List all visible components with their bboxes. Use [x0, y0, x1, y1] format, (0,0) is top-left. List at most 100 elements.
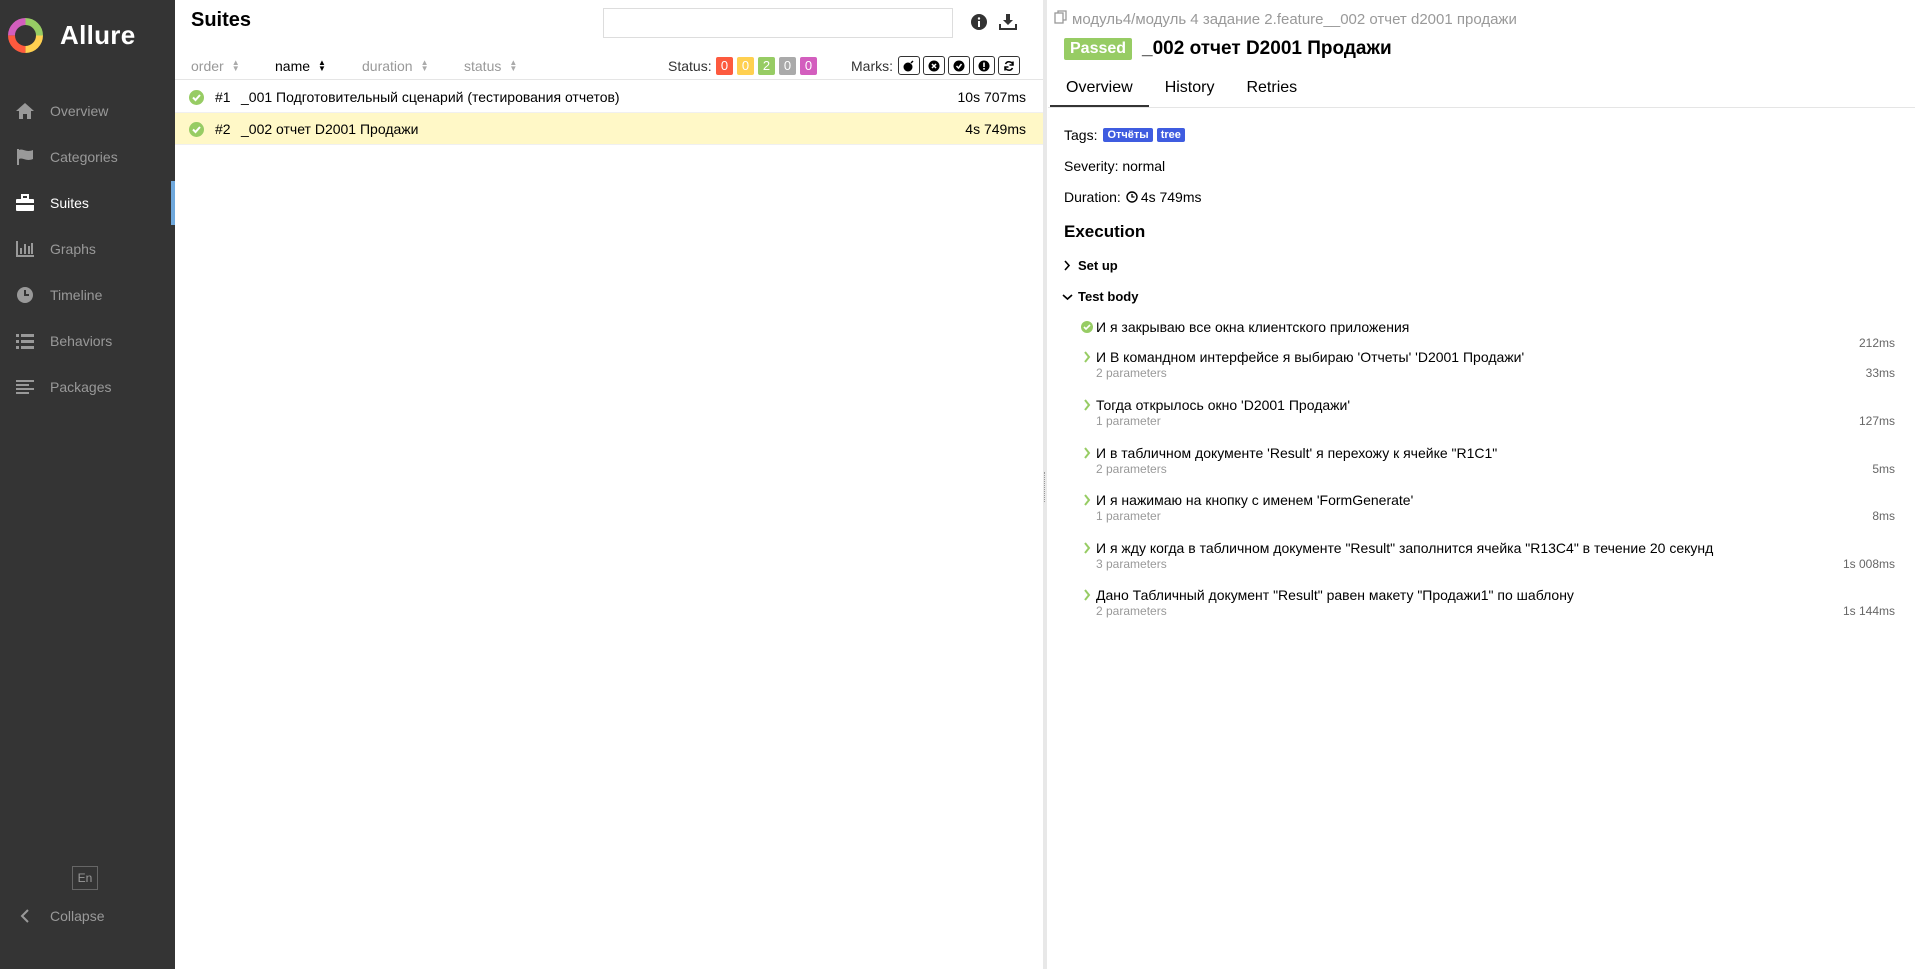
page-title: Suites: [191, 9, 252, 31]
sort-order[interactable]: order ▲ ▼: [191, 58, 240, 74]
new-broken-mark-toggle[interactable]: [973, 56, 995, 75]
column-status-label: status: [464, 57, 502, 74]
step-item[interactable]: И я закрываю все окна клиентского прилож…: [1080, 319, 1910, 350]
tags-row: Tags: Отчёты tree: [1064, 127, 1185, 143]
flaky-mark-toggle[interactable]: [898, 56, 920, 75]
breadcrumb: модуль4/модуль 4 задание 2.feature__002 …: [1054, 10, 1517, 28]
new-passed-mark-toggle[interactable]: [948, 56, 970, 75]
sidebar-item-categories[interactable]: Categories: [0, 134, 175, 180]
sidebar-item-behaviors[interactable]: Behaviors: [0, 318, 175, 364]
tab-retries[interactable]: Retries: [1230, 74, 1313, 108]
app-logo[interactable]: Allure: [7, 17, 135, 54]
sort-arrows-icon: ▲ ▼: [509, 57, 518, 73]
step-duration: 8ms: [1872, 509, 1895, 523]
step-item[interactable]: И я жду когда в табличном документе "Res…: [1080, 540, 1910, 571]
test-detail-pane: модуль4/модуль 4 задание 2.feature__002 …: [1048, 0, 1915, 969]
test-body-section[interactable]: Test body: [1060, 289, 1138, 304]
status-failed-toggle[interactable]: 0: [716, 56, 733, 75]
sidebar-item-label: Graphs: [50, 241, 96, 257]
step-item[interactable]: Тогда открылось окно 'D2001 Продажи' 1 p…: [1080, 397, 1910, 428]
info-icon[interactable]: [971, 14, 987, 35]
status-passed-toggle[interactable]: 2: [758, 56, 775, 75]
status-broken-toggle[interactable]: 0: [737, 56, 754, 75]
refresh-icon: [1004, 60, 1014, 71]
chevron-left-icon: [14, 909, 36, 923]
step-params: 3 parameters: [1096, 557, 1167, 571]
sidebar-nav: Overview Categories Suites Graphs Timeli…: [0, 88, 175, 410]
step-params: 1 parameter: [1096, 509, 1161, 523]
sort-status[interactable]: status ▲ ▼: [464, 58, 517, 74]
sort-duration[interactable]: duration ▲ ▼: [362, 58, 429, 74]
step-title: Дано Табличный документ "Result" равен м…: [1096, 587, 1574, 603]
sort-arrows-icon: ▲ ▼: [318, 57, 326, 73]
tab-history[interactable]: History: [1149, 74, 1231, 108]
copy-icon[interactable]: [1054, 10, 1067, 28]
row-name: _002 отчет D2001 Продажи: [241, 120, 419, 137]
step-title: И я жду когда в табличном документе "Res…: [1096, 540, 1714, 556]
list-icon: [14, 330, 36, 352]
column-name-label: name: [275, 57, 311, 74]
status-skipped-toggle[interactable]: 0: [779, 56, 796, 75]
row-number: #2: [215, 120, 231, 137]
passed-status-icon: [189, 90, 204, 108]
tag-badge: Отчёты: [1103, 128, 1153, 142]
retries-mark-toggle[interactable]: [998, 56, 1020, 75]
step-title: И я закрываю все окна клиентского прилож…: [1096, 319, 1410, 335]
collapse-button[interactable]: Collapse: [14, 904, 104, 928]
chevron-down-icon: [1060, 293, 1074, 301]
search-input[interactable]: [603, 8, 953, 38]
suite-row-selected[interactable]: #2 _002 отчет D2001 Продажи 4s 749ms: [175, 113, 1043, 145]
status-unknown-toggle[interactable]: 0: [800, 56, 817, 75]
check-circle-icon: [953, 60, 965, 71]
sidebar-item-label: Packages: [50, 379, 112, 395]
sort-arrows-icon: ▲ ▼: [420, 57, 429, 73]
breadcrumb-text: модуль4/модуль 4 задание 2.feature__002 …: [1072, 10, 1517, 28]
step-item[interactable]: И В командном интерфейсе я выбираю 'Отче…: [1080, 349, 1910, 380]
resize-grip-icon: [1044, 472, 1046, 502]
setup-section[interactable]: Set up: [1060, 258, 1118, 273]
sort-name[interactable]: name ▲ ▼: [275, 58, 326, 74]
sidebar-item-timeline[interactable]: Timeline: [0, 272, 175, 318]
suite-row[interactable]: #1 _001 Подготовительный сценарий (тести…: [175, 81, 1043, 113]
sidebar-item-label: Timeline: [50, 287, 103, 303]
step-item[interactable]: И я нажимаю на кнопку с именем 'FormGene…: [1080, 492, 1910, 523]
test-header: Passed _002 отчет D2001 Продажи: [1064, 38, 1392, 60]
tabs-divider: [1048, 107, 1915, 108]
download-icon[interactable]: [999, 13, 1017, 36]
row-duration: 4s 749ms: [965, 120, 1026, 137]
sidebar-item-overview[interactable]: Overview: [0, 88, 175, 134]
collapse-label: Collapse: [50, 908, 105, 924]
row-name: _001 Подготовительный сценарий (тестиров…: [241, 88, 620, 105]
sidebar-item-graphs[interactable]: Graphs: [0, 226, 175, 272]
sidebar-item-label: Suites: [50, 195, 89, 211]
new-failed-mark-toggle[interactable]: [923, 56, 945, 75]
app-title: Allure: [60, 20, 136, 50]
tab-overview[interactable]: Overview: [1050, 74, 1149, 108]
chevron-right-icon: [1080, 399, 1094, 411]
chevron-right-icon: [1080, 351, 1094, 363]
execution-title: Execution: [1064, 222, 1146, 241]
test-title: _002 отчет D2001 Продажи: [1142, 38, 1392, 59]
column-order-label: order: [191, 57, 224, 74]
language-switcher[interactable]: En: [72, 866, 98, 890]
sidebar-item-packages[interactable]: Packages: [0, 364, 175, 410]
suites-pane: Suites order ▲ ▼ name ▲ ▼ duration ▲ ▼ stat…: [175, 0, 1043, 969]
step-duration: 1s 008ms: [1842, 557, 1895, 571]
step-duration: 1s 144ms: [1842, 604, 1895, 618]
step-duration: 212ms: [1858, 336, 1895, 350]
tags-label: Tags:: [1064, 127, 1098, 143]
column-duration-label: duration: [362, 57, 413, 74]
test-body-label: Test body: [1078, 289, 1139, 304]
step-item[interactable]: Дано Табличный документ "Result" равен м…: [1080, 587, 1910, 618]
flag-icon: [14, 146, 36, 168]
step-item[interactable]: И в табличном документе 'Result' я перех…: [1080, 445, 1910, 476]
sidebar-item-suites[interactable]: Suites: [0, 180, 175, 226]
step-title: Тогда открылось окно 'D2001 Продажи': [1096, 397, 1351, 413]
step-params: 2 parameters: [1096, 462, 1167, 476]
clock-icon: [14, 284, 36, 306]
step-title: И я нажимаю на кнопку с именем 'FormGene…: [1096, 492, 1414, 508]
passed-status-icon: [189, 122, 204, 140]
duration-row: Duration: 4s 749ms: [1064, 189, 1202, 205]
duration-label: Duration:: [1064, 189, 1121, 205]
chevron-right-icon: [1080, 447, 1094, 459]
